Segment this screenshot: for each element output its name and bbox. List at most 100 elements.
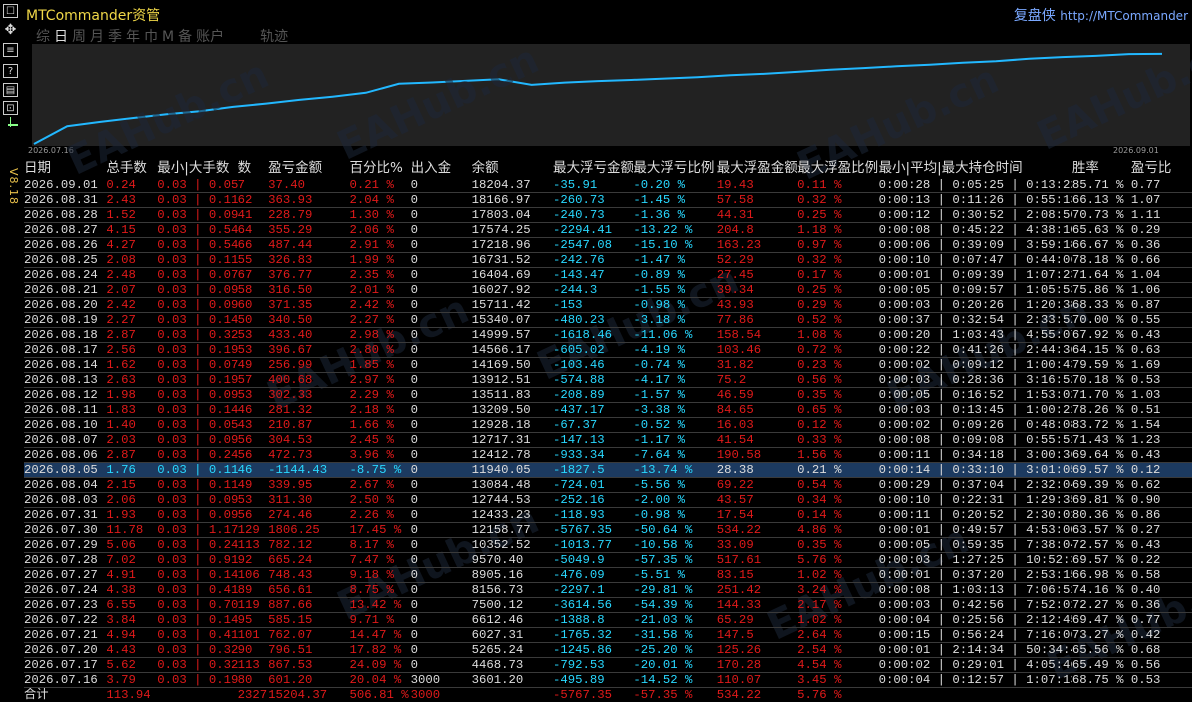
brand[interactable]: 复盘侠 http://MTCommander xyxy=(1014,5,1188,25)
table-row[interactable]: 2026.07.244.380.03 | 0.4189656.618.75 %0… xyxy=(24,583,1192,598)
table-row[interactable]: 2026.08.141.620.03 | 0.0749256.991.85 %0… xyxy=(24,358,1192,373)
table-row[interactable]: 2026.08.202.420.03 | 0.0960371.352.42 %0… xyxy=(24,298,1192,313)
table-cell: 2.18 % xyxy=(350,403,411,418)
tab-6[interactable]: 巾 xyxy=(144,29,158,45)
table-cell: 1806.25 xyxy=(268,523,349,538)
table-row[interactable]: 2026.08.212.070.03 | 0.0958316.502.01 %0… xyxy=(24,283,1192,298)
table-row[interactable]: 2026.08.192.270.03 | 0.1450340.502.27 %0… xyxy=(24,313,1192,328)
table-cell: 53 xyxy=(238,328,269,343)
tab-7[interactable]: M xyxy=(162,29,174,45)
table-row[interactable]: 2026.08.032.060.03 | 0.0953311.302.50 %0… xyxy=(24,493,1192,508)
table-cell: 49 xyxy=(238,358,269,373)
table-row[interactable]: 2026.08.274.150.03 | 0.5464355.292.06 %0… xyxy=(24,223,1192,238)
left-toolbar: ☐ ✥ ≡ ? ▤ ⊡ V8.18 xyxy=(0,0,22,667)
table-cell: 65.56 % xyxy=(1072,643,1131,658)
table-row[interactable]: 2026.07.223.840.03 | 0.1495585.159.71 %0… xyxy=(24,613,1192,628)
column-header[interactable]: 出入金 xyxy=(411,159,472,178)
layout-icon[interactable]: ⊡ xyxy=(3,101,18,115)
table-row[interactable]: 2026.08.281.520.03 | 0.0941228.791.30 %0… xyxy=(24,208,1192,223)
table-row[interactable]: 2026.07.3011.780.03 | 1.171291806.2517.4… xyxy=(24,523,1192,538)
table-cell: 0 xyxy=(411,193,472,208)
column-header[interactable]: 日期 xyxy=(24,159,106,178)
table-cell: 0.03 | 0.19 xyxy=(157,373,237,388)
table-cell: 2026.08.05 xyxy=(24,463,106,478)
table-cell: -3.18 % xyxy=(633,313,716,328)
table-cell: -67.37 xyxy=(553,418,633,433)
close-icon[interactable]: ☐ xyxy=(3,4,18,18)
table-row[interactable]: 2026.07.287.020.03 | 0.9192665.247.47 %0… xyxy=(24,553,1192,568)
table-row[interactable]: 2026.07.295.060.03 | 0.24113782.128.17 %… xyxy=(24,538,1192,553)
table-cell: 75.86 % xyxy=(1072,283,1131,298)
help-icon[interactable]: ? xyxy=(3,64,18,78)
table-cell: 2.42 % xyxy=(350,298,411,313)
table-cell: -476.09 xyxy=(553,568,633,583)
table-row[interactable]: 2026.08.252.080.03 | 0.1155326.831.99 %0… xyxy=(24,253,1192,268)
tab-3[interactable]: 月 xyxy=(90,29,104,45)
chart-start-date: 2026.07.16 xyxy=(28,146,74,155)
column-header[interactable]: 最小|平均|最大持仓时间 xyxy=(879,159,1072,178)
column-header[interactable]: 盈亏金额 xyxy=(268,159,349,178)
table-cell: 0.42 xyxy=(1131,628,1192,643)
tab-1[interactable]: 日 xyxy=(54,29,68,45)
history-icon[interactable]: ▤ xyxy=(3,83,18,97)
tab-2[interactable]: 周 xyxy=(72,29,86,45)
column-header[interactable]: 最大浮盈比例 xyxy=(797,159,878,178)
tab-5[interactable]: 年 xyxy=(126,29,140,45)
column-header[interactable]: 最大浮亏金额 xyxy=(553,159,633,178)
tab-8[interactable]: 备 xyxy=(178,29,192,45)
table-row[interactable]: 2026.08.172.560.03 | 0.1953396.672.80 %0… xyxy=(24,343,1192,358)
table-row[interactable]: 2026.07.175.620.03 | 0.32113867.5324.09 … xyxy=(24,658,1192,673)
tab-9[interactable]: 账户 xyxy=(196,29,224,45)
move-icon[interactable]: ✥ xyxy=(3,23,18,37)
table-row[interactable]: 2026.08.312.430.03 | 0.1162363.932.04 %0… xyxy=(24,193,1192,208)
column-header[interactable]: 百分比% xyxy=(350,159,411,178)
table-row[interactable]: 2026.08.242.480.03 | 0.0767376.772.35 %0… xyxy=(24,268,1192,283)
table-cell: 1.30 % xyxy=(350,208,411,223)
table-cell: 2.56 xyxy=(106,343,157,358)
table-row[interactable]: 2026.08.264.270.03 | 0.5466487.442.91 %0… xyxy=(24,238,1192,253)
column-header[interactable]: 总手数 xyxy=(106,159,157,178)
table-row[interactable]: 2026.08.132.630.03 | 0.1957400.682.97 %0… xyxy=(24,373,1192,388)
table-row[interactable]: 2026.08.072.030.03 | 0.0956304.532.45 %0… xyxy=(24,433,1192,448)
table-row[interactable]: 2026.08.062.870.03 | 0.2456472.733.96 %0… xyxy=(24,448,1192,463)
table-row[interactable]: 2026.07.311.930.03 | 0.0956274.462.26 %0… xyxy=(24,508,1192,523)
table-cell: 4.15 xyxy=(106,223,157,238)
table-cell: 69.57 % xyxy=(1072,463,1131,478)
table-cell: -244.3 xyxy=(553,283,633,298)
table-row[interactable]: 2026.08.101.400.03 | 0.0543210.871.66 %0… xyxy=(24,418,1192,433)
column-header[interactable]: 盈亏比 xyxy=(1131,159,1192,178)
table-row[interactable]: 2026.07.236.550.03 | 0.70119887.6613.42 … xyxy=(24,598,1192,613)
column-header[interactable]: 数 xyxy=(238,159,269,178)
table-cell: 41.54 xyxy=(717,433,797,448)
table-cell: -31.58 % xyxy=(633,628,716,643)
tab-0[interactable]: 综 xyxy=(36,29,50,45)
table-row[interactable]: 2026.07.274.910.03 | 0.14106748.439.18 %… xyxy=(24,568,1192,583)
table-cell: 2.43 xyxy=(106,193,157,208)
table-row[interactable]: 2026.09.010.240.03 | 0.05737.400.21 %018… xyxy=(24,178,1192,193)
column-header[interactable]: 最小|大手数 xyxy=(157,159,237,178)
table-cell: 0.52 % xyxy=(797,313,878,328)
column-header[interactable]: 胜率 xyxy=(1072,159,1131,178)
table-cell: 2026.08.27 xyxy=(24,223,106,238)
table-row[interactable]: 2026.08.042.150.03 | 0.1149339.952.67 %0… xyxy=(24,478,1192,493)
settings-icon[interactable]: ≡ xyxy=(3,43,18,57)
table-row[interactable]: 2026.07.204.430.03 | 0.3290796.5117.82 %… xyxy=(24,643,1192,658)
table-row[interactable]: 2026.08.121.980.03 | 0.0953302.332.29 %0… xyxy=(24,388,1192,403)
table-cell: 0 xyxy=(411,583,472,598)
table-row[interactable]: 2026.08.182.870.03 | 0.3253433.402.98 %0… xyxy=(24,328,1192,343)
brand-url[interactable]: http://MTCommander xyxy=(1060,9,1188,23)
table-cell: 0.43 xyxy=(1131,448,1192,463)
table-row[interactable]: 2026.07.163.790.03 | 0.1980601.2020.04 %… xyxy=(24,673,1192,688)
table-cell: 67.92 % xyxy=(1072,328,1131,343)
table-cell: -7.64 % xyxy=(633,448,716,463)
tab-path[interactable]: 轨迹 xyxy=(260,29,288,45)
table-cell: 83.15 xyxy=(717,568,797,583)
column-header[interactable]: 最大浮盈金额 xyxy=(717,159,797,178)
table-row[interactable]: 2026.07.214.940.03 | 0.41101762.0714.47 … xyxy=(24,628,1192,643)
tab-4[interactable]: 季 xyxy=(108,29,122,45)
table-cell: 0.03 | 0.14 xyxy=(157,313,237,328)
column-header[interactable]: 余额 xyxy=(472,159,553,178)
table-row[interactable]: 2026.08.111.830.03 | 0.1446281.322.18 %0… xyxy=(24,403,1192,418)
column-header[interactable]: 最大浮亏比例 xyxy=(633,159,716,178)
table-row[interactable]: 2026.08.051.760.03 | 0.1146-1144.43-8.75… xyxy=(24,463,1192,478)
